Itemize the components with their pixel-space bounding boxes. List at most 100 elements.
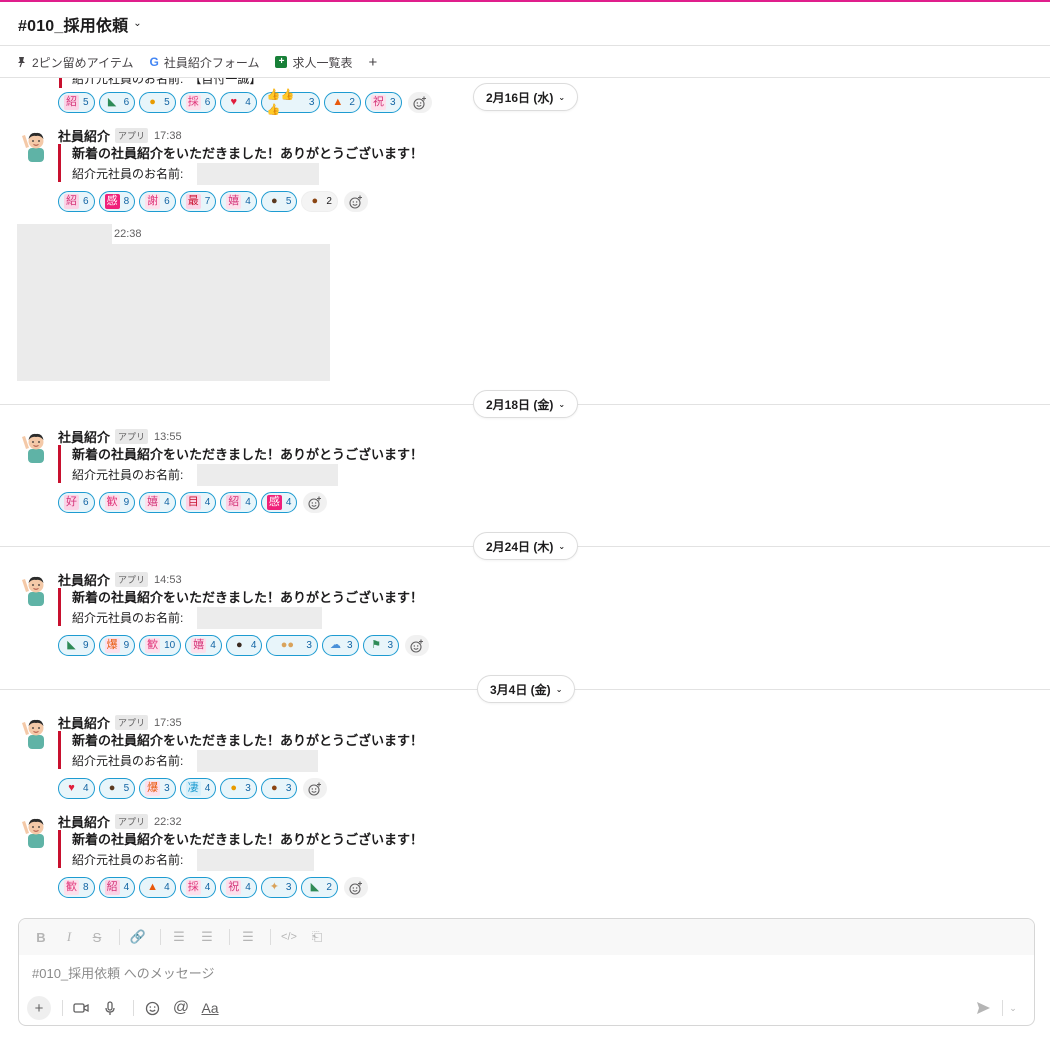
- reaction[interactable]: 謝6: [139, 191, 176, 212]
- reaction[interactable]: ● 5: [98, 778, 136, 799]
- reaction-count: 6: [204, 97, 211, 108]
- hug-icon: ●: [230, 782, 238, 794]
- text-format-icon[interactable]: Aa: [198, 996, 222, 1020]
- reaction[interactable]: 感4: [260, 492, 298, 513]
- reaction[interactable]: 嬉4: [139, 492, 176, 513]
- bold-icon[interactable]: B: [29, 930, 53, 945]
- bookmark-referral-form[interactable]: G 社員紹介フォーム: [149, 54, 259, 71]
- reaction[interactable]: ● 3: [220, 778, 257, 799]
- sender-name[interactable]: 社員紹介: [58, 427, 110, 446]
- reaction[interactable]: 紹4: [98, 877, 136, 898]
- blockquote-icon[interactable]: ☰: [236, 929, 260, 945]
- reaction[interactable]: ● 5: [139, 92, 176, 113]
- video-icon[interactable]: [69, 996, 93, 1020]
- mention-icon[interactable]: @: [169, 996, 193, 1020]
- timestamp[interactable]: 13:55: [154, 431, 182, 443]
- person-icon: ●: [108, 782, 116, 794]
- microphone-icon[interactable]: [98, 996, 122, 1020]
- add-reaction-button[interactable]: [405, 635, 430, 656]
- date-divider-pill[interactable]: 2月16日 (水) ⌄: [473, 83, 579, 111]
- add-reaction-button[interactable]: [407, 92, 432, 113]
- add-reaction-button[interactable]: [343, 191, 368, 212]
- reaction-count: 9: [123, 497, 130, 508]
- timestamp[interactable]: 22:32: [154, 816, 182, 828]
- date-divider-pill[interactable]: 2月18日 (金) ⌄: [473, 390, 579, 418]
- sender-name[interactable]: 社員紹介: [58, 570, 110, 589]
- reaction[interactable]: 感8: [98, 191, 136, 212]
- add-bookmark-button[interactable]: +: [369, 54, 378, 71]
- reaction[interactable]: ● 4: [225, 635, 263, 656]
- reaction[interactable]: ✦ 3: [260, 877, 298, 898]
- timestamp[interactable]: 17:35: [154, 717, 182, 729]
- bookmark-job-list[interactable]: + 求人一覧表: [275, 54, 353, 71]
- link-icon[interactable]: 🔗: [126, 929, 150, 945]
- sender-name[interactable]: 社員紹介: [58, 126, 110, 145]
- reaction[interactable]: ▲ 2: [324, 92, 361, 113]
- reaction[interactable]: ♥ 4: [220, 92, 257, 113]
- italic-icon[interactable]: I: [57, 929, 81, 945]
- reaction[interactable]: 嬉4: [185, 635, 222, 656]
- reaction[interactable]: ▲ 4: [139, 877, 176, 898]
- channel-title[interactable]: #010_採用依頼: [18, 12, 128, 36]
- reaction[interactable]: ◣ 2: [301, 877, 338, 898]
- date-divider-pill[interactable]: 3月4日 (金) ⌄: [477, 675, 576, 703]
- stamp-icon: 好: [64, 495, 79, 510]
- sender-name[interactable]: 社員紹介: [58, 713, 110, 732]
- reaction[interactable]: 歓9: [98, 492, 136, 513]
- message-input[interactable]: #010_採用依頼 へのメッセージ: [32, 963, 215, 982]
- reaction[interactable]: ● 3: [260, 778, 298, 799]
- reaction-count: 4: [123, 882, 130, 893]
- reaction[interactable]: ●● 3: [266, 635, 318, 656]
- reaction[interactable]: ☁ 3: [321, 635, 359, 656]
- reaction[interactable]: 目4: [179, 492, 217, 513]
- person-icon: ●: [235, 639, 243, 651]
- reaction[interactable]: 好6: [58, 492, 95, 513]
- chevron-down-icon[interactable]: ⌄: [1005, 996, 1021, 1020]
- reaction[interactable]: ♥ 4: [58, 778, 95, 799]
- reaction[interactable]: ● 2: [301, 191, 338, 212]
- stamp-icon: 紹: [226, 495, 242, 510]
- emoji-icon[interactable]: [140, 996, 164, 1020]
- reaction[interactable]: 歓 10: [139, 635, 182, 656]
- timestamp[interactable]: 17:38: [154, 130, 182, 142]
- bullet-list-icon[interactable]: ☰: [195, 929, 219, 945]
- stamp-icon: 凄: [185, 781, 201, 796]
- reaction[interactable]: ◣ 9: [58, 635, 95, 656]
- strikethrough-icon[interactable]: S: [85, 930, 109, 945]
- reaction[interactable]: 紹6: [58, 191, 95, 212]
- reaction-count: 6: [83, 196, 89, 207]
- reaction[interactable]: 祝4: [220, 877, 257, 898]
- reaction[interactable]: ● 5: [260, 191, 298, 212]
- timestamp[interactable]: 14:53: [154, 574, 182, 586]
- field-label: 紹介元社員のお名前:: [72, 852, 184, 867]
- reaction[interactable]: 採6: [179, 92, 217, 113]
- reaction[interactable]: 紹4: [220, 492, 257, 513]
- reaction[interactable]: 爆3: [139, 778, 176, 799]
- sender-name[interactable]: 社員紹介: [58, 812, 110, 831]
- send-icon[interactable]: [971, 996, 995, 1020]
- reaction[interactable]: 歓8: [58, 877, 95, 898]
- plus-icon[interactable]: +: [27, 996, 51, 1020]
- reaction[interactable]: 最7: [179, 191, 217, 212]
- chevron-down-icon[interactable]: ⌄: [133, 18, 141, 29]
- reaction[interactable]: 嬉4: [220, 191, 257, 212]
- ordered-list-icon[interactable]: ☰: [167, 929, 191, 945]
- date-divider-pill[interactable]: 2月24日 (木) ⌄: [473, 532, 579, 560]
- bookmark-pinned[interactable]: 2ピン留めアイテム: [16, 54, 133, 71]
- reaction[interactable]: ⚑ 3: [362, 635, 400, 656]
- timestamp[interactable]: 22:38: [114, 228, 142, 240]
- composer-actions: + @ Aa: [27, 996, 227, 1020]
- reaction[interactable]: 👍👍👍 3: [260, 89, 321, 116]
- code-icon[interactable]: </>: [277, 931, 301, 943]
- add-reaction-button[interactable]: [303, 778, 328, 799]
- reaction[interactable]: 凄4: [179, 778, 217, 799]
- reaction[interactable]: 採4: [179, 877, 217, 898]
- code-block-icon[interactable]: ⎗: [305, 929, 329, 945]
- reaction[interactable]: 祝3: [364, 92, 402, 113]
- reaction[interactable]: 紹5: [58, 92, 95, 113]
- add-reaction-button[interactable]: [343, 877, 368, 898]
- reaction[interactable]: ◣ 6: [98, 92, 136, 113]
- add-reaction-button[interactable]: [303, 492, 328, 513]
- attachment-title: 新着の社員紹介をいただきました！ありがとうございます！: [72, 146, 424, 161]
- reaction[interactable]: 爆9: [98, 635, 136, 656]
